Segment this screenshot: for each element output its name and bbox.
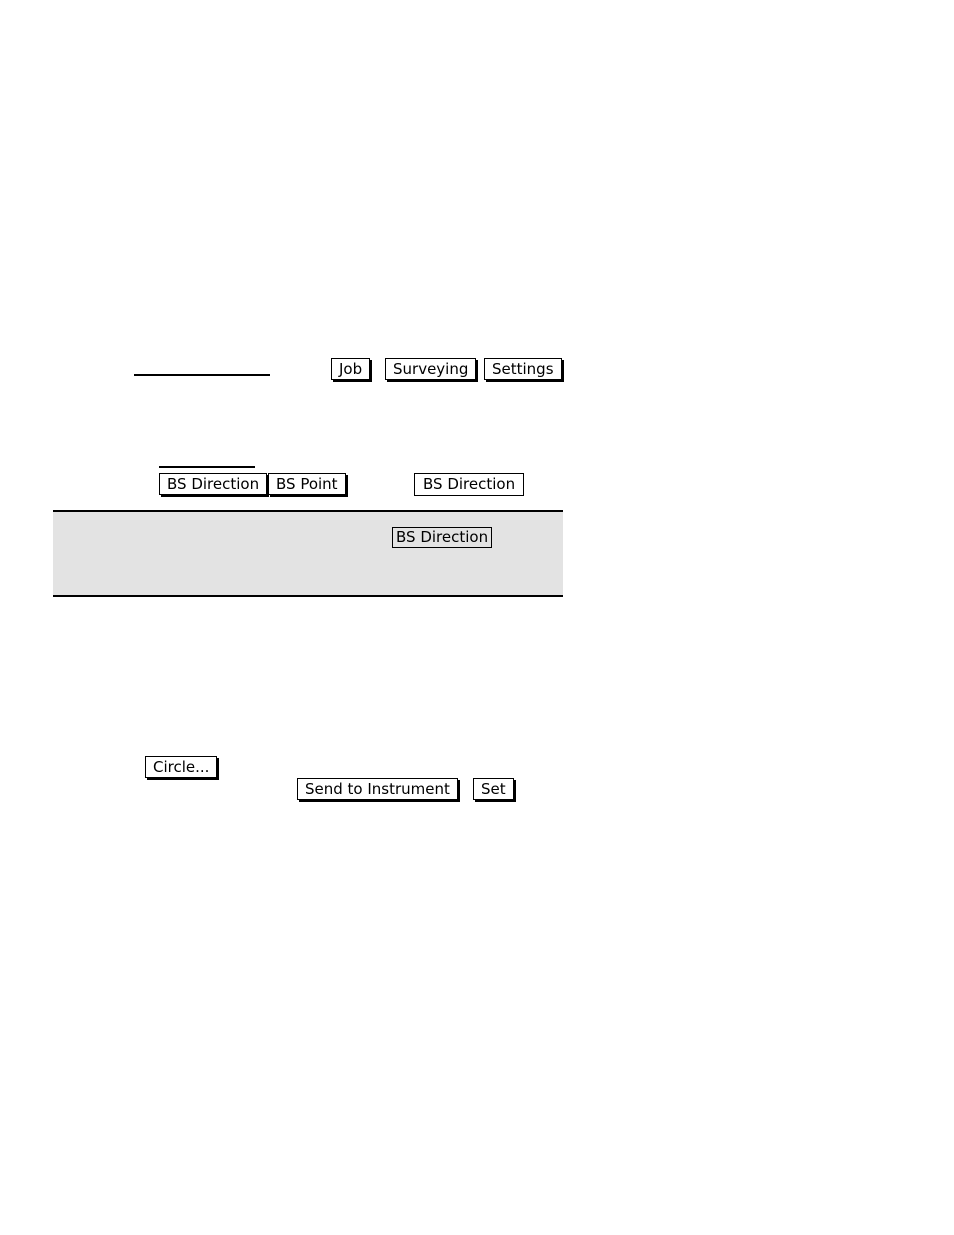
panel-bs-direction-button[interactable]: BS Direction [392, 527, 493, 548]
field-underline-rule [134, 374, 270, 376]
bs-direction-panel: BS Direction [53, 510, 563, 597]
bs-direction-underline-rule [159, 466, 255, 468]
surveying-button[interactable]: Surveying [385, 358, 477, 380]
bs-point-button[interactable]: BS Point [268, 473, 346, 495]
job-button[interactable]: Job [331, 358, 371, 380]
bs-direction-button[interactable]: BS Direction [159, 473, 268, 495]
set-button[interactable]: Set [473, 778, 514, 800]
send-to-instrument-button[interactable]: Send to Instrument [297, 778, 458, 800]
screen-canvas: Job Surveying Settings BS Direction BS P… [0, 0, 954, 1235]
settings-button[interactable]: Settings [484, 358, 562, 380]
circle-button[interactable]: Circle... [145, 756, 218, 778]
bs-direction-right-button[interactable]: BS Direction [414, 473, 525, 496]
